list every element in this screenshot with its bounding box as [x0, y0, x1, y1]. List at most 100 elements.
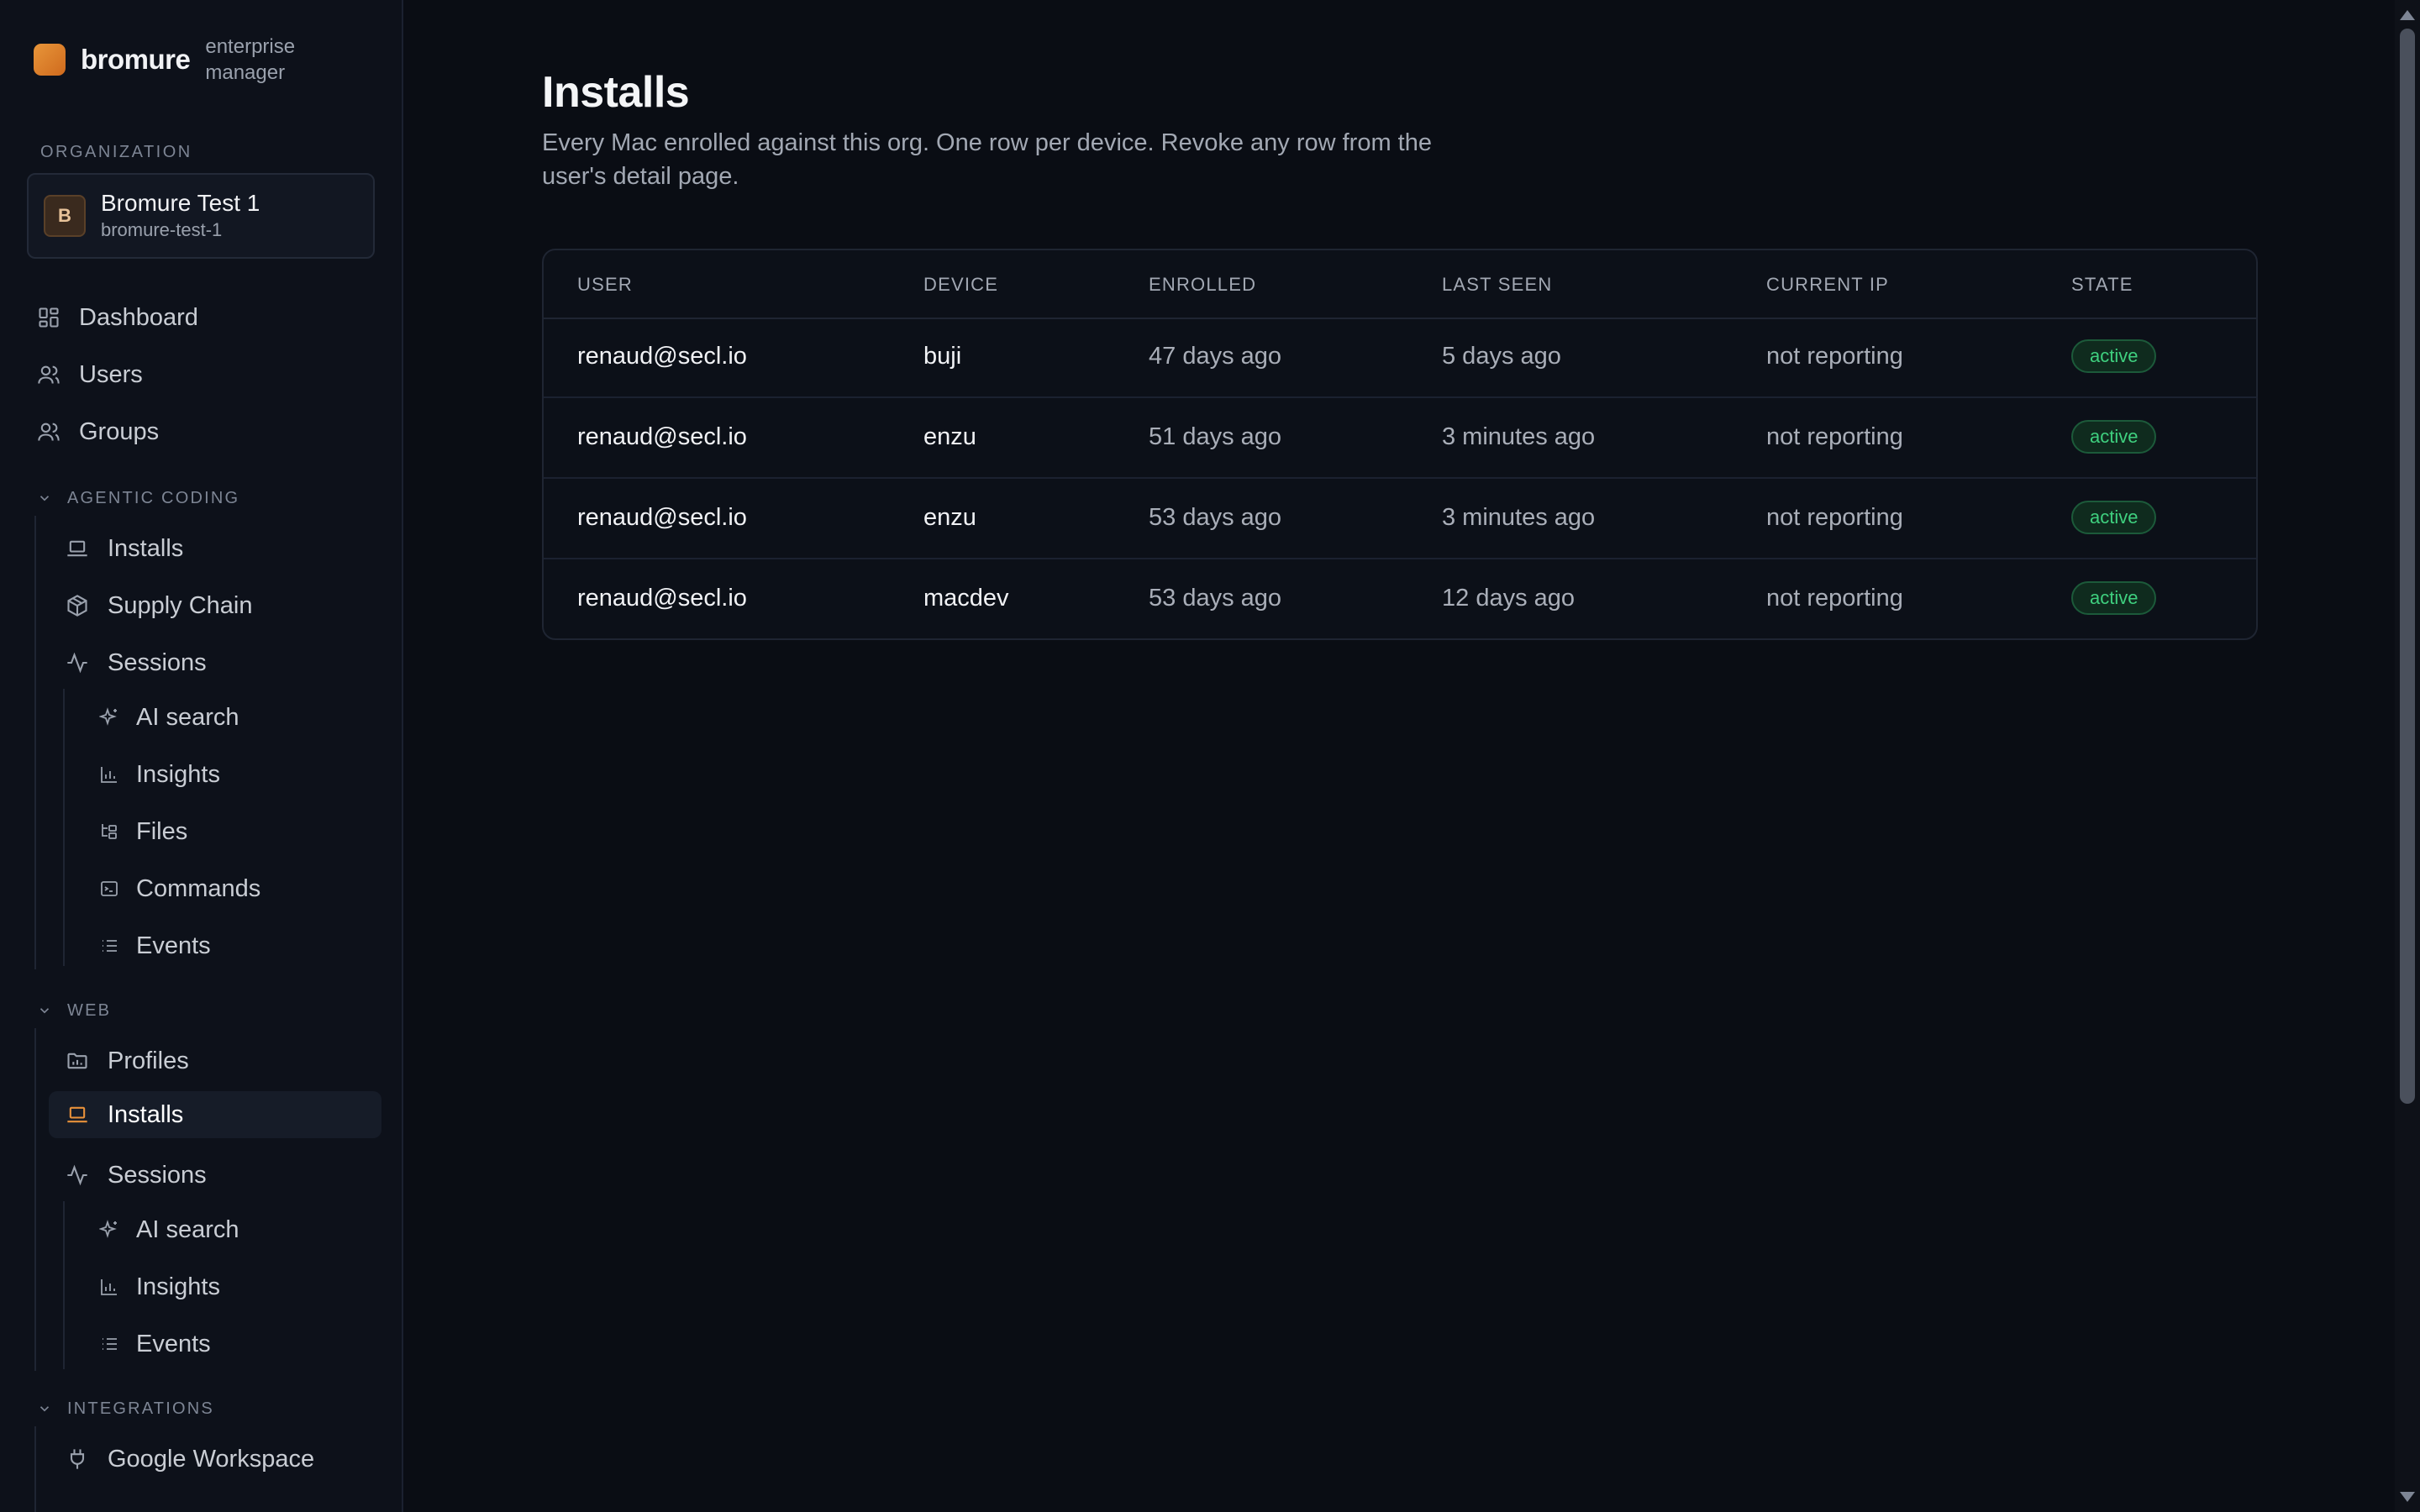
- sidebar-item-web-insights[interactable]: Insights: [99, 1263, 381, 1310]
- organization-avatar: B: [44, 195, 86, 237]
- sidebar-item-label: Dashboard: [79, 303, 198, 331]
- sidebar-item-label: Sessions: [108, 1161, 207, 1189]
- plug-icon: [70, 1449, 85, 1469]
- bar-chart-icon: [101, 767, 117, 783]
- column-header-current-ip: CURRENT IP: [1766, 274, 1890, 295]
- page-description: Every Mac enrolled against this org. One…: [542, 129, 1432, 190]
- table-row[interactable]: renaud@secl.io buji 47 days ago 5 days a…: [544, 318, 2256, 398]
- group-label-web: WEB: [67, 1000, 112, 1020]
- cell-last-seen: 3 minutes ago: [1442, 423, 1596, 450]
- bar-chart-icon: [101, 1279, 117, 1295]
- cell-current-ip: not reporting: [1766, 504, 1903, 531]
- sidebar-item-label: Events: [136, 932, 211, 959]
- sidebar-item-coding-commands[interactable]: Commands: [99, 865, 381, 912]
- brand-logo-icon: [34, 44, 66, 76]
- cell-user: renaud@secl.io: [577, 343, 747, 370]
- sidebar-item-coding-files[interactable]: Files: [99, 808, 381, 855]
- groups-icon: [38, 423, 60, 441]
- sidebar-item-label: Sessions: [108, 648, 207, 676]
- sidebar-item-supply-chain[interactable]: Supply Chain: [66, 582, 381, 629]
- sidebar-item-label: Events: [136, 1330, 211, 1357]
- cell-current-ip: not reporting: [1766, 423, 1903, 450]
- status-badge: active: [2071, 581, 2157, 615]
- brand-subtitle: enterprise manager: [205, 35, 296, 84]
- users-icon: [38, 365, 60, 384]
- brand[interactable]: bromure enterprise manager: [34, 34, 323, 86]
- cell-last-seen: 3 minutes ago: [1442, 504, 1596, 531]
- scroll-up-arrow-icon[interactable]: [2400, 10, 2415, 20]
- cell-user: renaud@secl.io: [577, 423, 747, 450]
- sidebar-item-groups[interactable]: Groups: [37, 408, 381, 455]
- laptop-icon: [67, 540, 87, 557]
- cell-device: buji: [923, 343, 962, 370]
- organization-slug: bromure-test-1: [101, 219, 223, 240]
- folder-chart-icon: [67, 1053, 87, 1069]
- sidebar-item-label: Insights: [136, 1273, 220, 1300]
- sidebar-item-label: Installs: [108, 534, 184, 562]
- sidebar-item-dashboard[interactable]: Dashboard: [37, 294, 381, 341]
- cell-last-seen: 5 days ago: [1442, 343, 1561, 370]
- sidebar-item-coding-installs[interactable]: Installs: [66, 525, 381, 572]
- sidebar-item-coding-events[interactable]: Events: [99, 922, 381, 969]
- organization-section-label: ORGANIZATION: [40, 143, 192, 161]
- installs-table: USER DEVICE ENROLLED LAST SEEN CURRENT I…: [542, 249, 2258, 640]
- cell-enrolled: 51 days ago: [1149, 423, 1282, 450]
- scrollbar-thumb[interactable]: [2400, 29, 2415, 1104]
- group-toggle-web[interactable]: WEB: [37, 998, 111, 1023]
- sparkles-icon: [99, 1220, 117, 1238]
- table-row[interactable]: renaud@secl.io enzu 53 days ago 3 minute…: [544, 479, 2256, 559]
- sidebar-item-label: Files: [136, 817, 188, 845]
- brand-name: bromure: [81, 44, 191, 75]
- sidebar-item-label: Insights: [136, 760, 220, 788]
- dashboard-icon: [39, 307, 59, 328]
- sidebar-item-web-installs[interactable]: Installs: [49, 1091, 381, 1138]
- sidebar-item-users[interactable]: Users: [37, 351, 381, 398]
- column-header-user: USER: [577, 274, 633, 295]
- cell-device: macdev: [923, 585, 1009, 612]
- table-row[interactable]: renaud@secl.io enzu 51 days ago 3 minute…: [544, 398, 2256, 479]
- package-icon: [67, 595, 87, 617]
- group-toggle-integrations[interactable]: INTEGRATIONS: [37, 1396, 214, 1421]
- sidebar-item-google-workspace[interactable]: Google Workspace: [66, 1436, 381, 1483]
- sidebar-item-web-ai-search[interactable]: AI search: [99, 1206, 381, 1253]
- organization-name: Bromure Test 1: [101, 190, 260, 216]
- sidebar-item-web-sessions[interactable]: Sessions: [66, 1152, 381, 1199]
- sidebar-item-label: Groups: [79, 417, 160, 445]
- group-divider-line: [34, 516, 36, 969]
- column-header-device: DEVICE: [923, 274, 999, 295]
- organization-switcher[interactable]: B Bromure Test 1 bromure-test-1: [27, 173, 375, 259]
- terminal-icon: [101, 881, 118, 896]
- sidebar-item-label: Google Workspace: [108, 1445, 315, 1473]
- cell-enrolled: 47 days ago: [1149, 343, 1282, 370]
- sidebar-item-label: AI search: [136, 703, 239, 731]
- sidebar-item-coding-ai-search[interactable]: AI search: [99, 694, 381, 741]
- cell-user: renaud@secl.io: [577, 504, 747, 531]
- chevron-down-icon: [39, 1008, 50, 1014]
- sidebar-item-label: Profiles: [108, 1047, 189, 1074]
- status-badge: active: [2071, 501, 2157, 534]
- group-label-agentic-coding: AGENTIC CODING: [67, 488, 240, 507]
- table-row[interactable]: renaud@secl.io macdev 53 days ago 12 day…: [544, 559, 2256, 638]
- status-badge: active: [2071, 339, 2157, 373]
- scroll-down-arrow-icon[interactable]: [2400, 1492, 2415, 1502]
- sidebar-item-coding-insights[interactable]: Insights: [99, 751, 381, 798]
- activity-icon: [67, 652, 87, 674]
- column-header-enrolled: ENROLLED: [1149, 274, 1257, 295]
- table-header: USER DEVICE ENROLLED LAST SEEN CURRENT I…: [544, 250, 2256, 319]
- chevron-down-icon: [39, 496, 50, 501]
- folder-tree-icon: [102, 824, 117, 839]
- sidebar-item-coding-sessions[interactable]: Sessions: [66, 639, 381, 686]
- group-divider-line: [34, 1426, 36, 1512]
- sparkles-icon: [99, 707, 117, 726]
- cell-device: enzu: [923, 504, 976, 531]
- list-icon: [103, 940, 117, 952]
- cell-enrolled: 53 days ago: [1149, 585, 1282, 612]
- sidebar-item-web-profiles[interactable]: Profiles: [66, 1037, 381, 1084]
- laptop-icon: [67, 1106, 87, 1123]
- chevron-down-icon: [39, 1406, 50, 1412]
- sidebar-item-label: Users: [79, 360, 143, 388]
- sidebar-item-web-events[interactable]: Events: [99, 1320, 381, 1368]
- cell-enrolled: 53 days ago: [1149, 504, 1282, 531]
- group-toggle-agentic-coding[interactable]: AGENTIC CODING: [37, 486, 239, 511]
- subgroup-divider-line: [63, 1201, 65, 1369]
